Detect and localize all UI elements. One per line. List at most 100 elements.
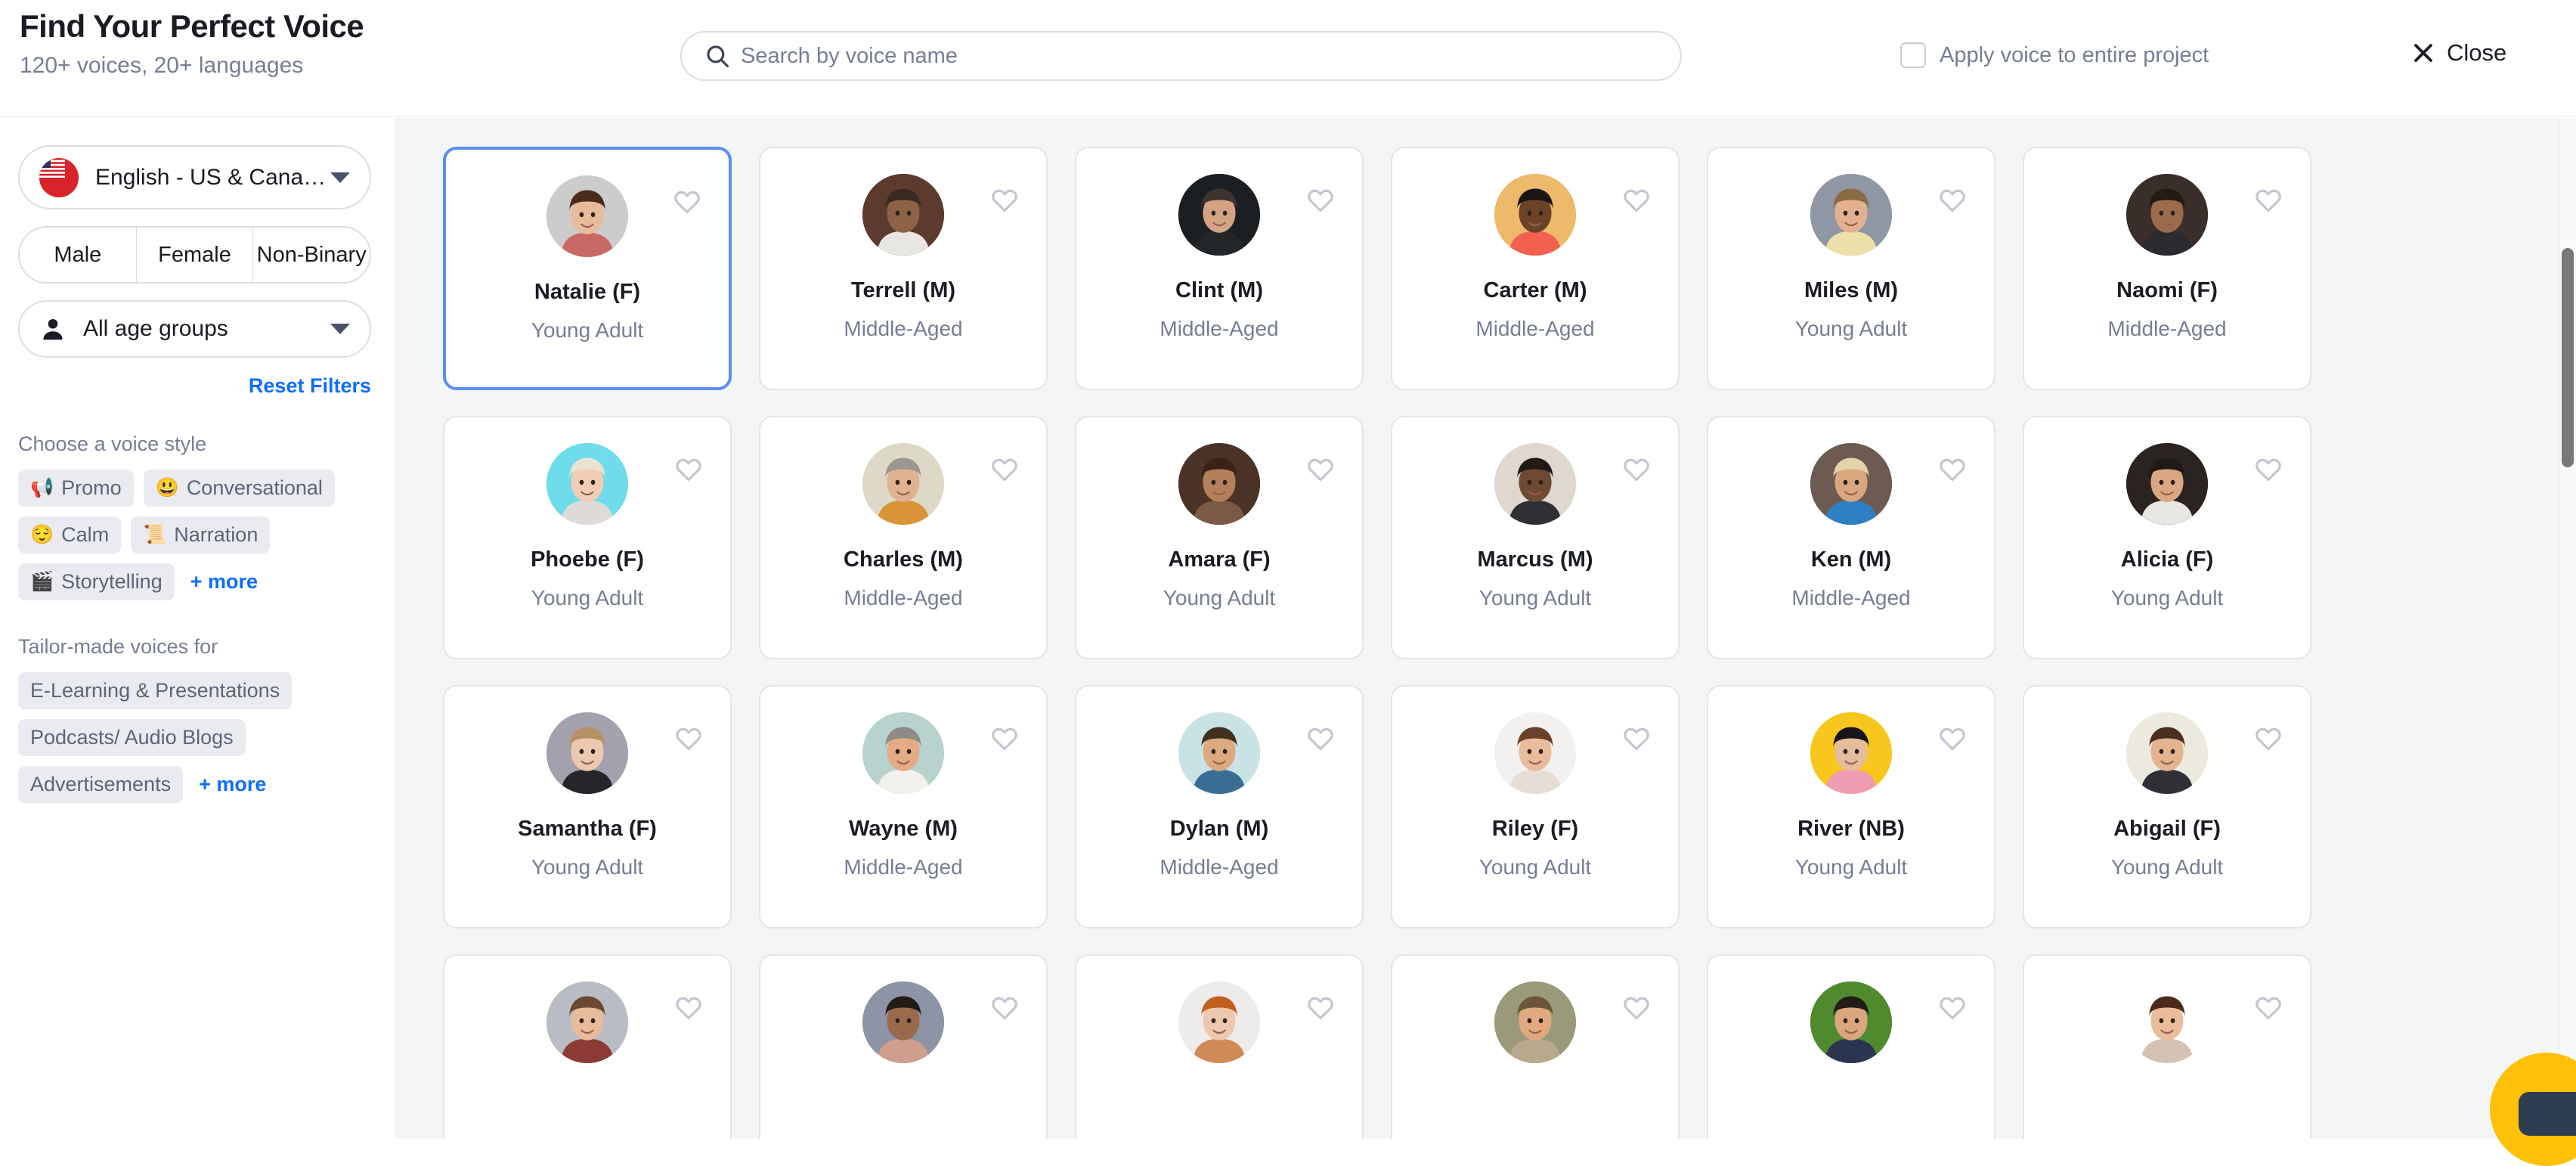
person-icon [39, 315, 67, 343]
age-group-select[interactable]: All age groups [18, 300, 371, 358]
favorite-heart-icon[interactable] [1622, 186, 1651, 215]
usecase-section-label: Tailor-made voices for [18, 635, 376, 659]
voice-name: Wayne (M) [760, 817, 1046, 842]
chip-advertisements[interactable]: Advertisements [18, 766, 183, 803]
chip-conversational[interactable]: 😃 Conversational [144, 470, 335, 507]
voice-name: Riley (F) [1392, 817, 1678, 842]
favorite-heart-icon[interactable] [1938, 186, 1967, 215]
close-button-label: Close [2447, 39, 2506, 67]
apply-voice-checkbox[interactable] [1900, 42, 1926, 68]
voice-card[interactable]: Miles (M) Young Adult [1707, 147, 1995, 390]
vertical-scrollbar[interactable] [2559, 118, 2576, 1139]
voice-card[interactable]: Ken (M)Middle-Aged [1707, 416, 1995, 659]
voice-card[interactable] [1391, 954, 1680, 1139]
chip-elearning-presentations[interactable]: E-Learning & Presentations [18, 672, 292, 709]
scrollbar-thumb[interactable] [2562, 248, 2574, 467]
favorite-heart-icon[interactable] [2254, 724, 2283, 753]
chip-narration[interactable]: 📜 Narration [131, 516, 270, 554]
search-input[interactable] [741, 44, 1610, 69]
voice-age-group: Middle-Aged [760, 586, 1046, 610]
voice-name: Natalie (F) [446, 280, 729, 305]
gender-option-male[interactable]: Male [20, 228, 137, 282]
reset-filters-link[interactable]: Reset Filters [18, 374, 371, 398]
voice-card[interactable] [443, 954, 732, 1139]
avatar [1810, 981, 1892, 1063]
voice-style-more-link[interactable]: + more [184, 570, 264, 594]
usecase-more-link[interactable]: + more [193, 773, 272, 796]
voice-card[interactable]: Terrell (M)Middle-Aged [759, 147, 1048, 390]
voice-card[interactable]: Naomi (F)Middle-Aged [2023, 147, 2311, 390]
voice-card[interactable]: Dylan (M)Middle-Aged [1075, 685, 1364, 929]
voice-card[interactable]: Riley (F)Young Adult [1391, 685, 1680, 929]
voice-card[interactable]: Marcus (M)Young Adult [1391, 416, 1680, 659]
chip-label: Promo [61, 476, 122, 500]
avatar [1178, 981, 1260, 1063]
chip-podcasts-audio-blogs[interactable]: Podcasts/ Audio Blogs [18, 719, 246, 756]
favorite-heart-icon[interactable] [1622, 994, 1651, 1022]
voice-age-group: Young Adult [1708, 317, 1994, 341]
close-button[interactable]: Close [2412, 39, 2506, 67]
modal-header: Find Your Perfect Voice 120+ voices, 20+… [0, 0, 2576, 117]
voice-card[interactable]: Alicia (F)Young Adult [2023, 416, 2311, 659]
favorite-heart-icon[interactable] [1938, 994, 1967, 1022]
voice-card[interactable]: River (NB)Young Adult [1707, 685, 1995, 929]
avatar [1178, 712, 1260, 794]
voice-card[interactable]: Abigail (F)Young Adult [2023, 685, 2311, 929]
voice-card[interactable]: Charles (M)Middle-Aged [759, 416, 1048, 659]
favorite-heart-icon[interactable] [1306, 994, 1335, 1022]
favorite-heart-icon[interactable] [1306, 186, 1335, 215]
search-bar[interactable] [680, 31, 1682, 81]
favorite-heart-icon[interactable] [674, 724, 703, 753]
favorite-heart-icon[interactable] [1938, 455, 1967, 484]
favorite-heart-icon[interactable] [1938, 724, 1967, 753]
voice-card[interactable]: Amara (F)Young Adult [1075, 416, 1364, 659]
voice-card[interactable] [759, 954, 1048, 1139]
smile-icon: 😃 [156, 477, 179, 499]
avatar [862, 981, 944, 1063]
voice-card[interactable]: Wayne (M)Middle-Aged [759, 685, 1048, 929]
avatar [1810, 174, 1892, 256]
favorite-heart-icon[interactable] [1306, 724, 1335, 753]
avatar [546, 175, 628, 257]
language-select[interactable]: English - US & Cana… [18, 145, 371, 209]
voice-name: Amara (F) [1076, 547, 1362, 572]
chip-storytelling[interactable]: 🎬 Storytelling [18, 563, 175, 600]
chip-label: Narration [174, 523, 258, 547]
voice-card[interactable]: Samantha (F) Young Adult [443, 685, 732, 929]
voice-age-group: Middle-Aged [1708, 586, 1994, 610]
clapper-board-icon: 🎬 [30, 571, 54, 593]
favorite-heart-icon[interactable] [990, 994, 1019, 1022]
voice-name: Miles (M) [1708, 278, 1994, 303]
favorite-heart-icon[interactable] [2254, 994, 2283, 1022]
apply-voice-to-project-row[interactable]: Apply voice to entire project [1900, 42, 2209, 68]
favorite-heart-icon[interactable] [990, 724, 1019, 753]
favorite-heart-icon[interactable] [2254, 455, 2283, 484]
gender-option-non-binary[interactable]: Non-Binary [253, 228, 370, 282]
favorite-heart-icon[interactable] [990, 186, 1019, 215]
promo-icon: 📢 [30, 477, 54, 499]
chip-calm[interactable]: 😌 Calm [18, 516, 121, 554]
voice-name: Samantha (F) [444, 817, 730, 842]
favorite-heart-icon[interactable] [673, 188, 701, 216]
voice-card[interactable]: Phoebe (F)Young Adult [443, 416, 732, 659]
voice-card[interactable]: Carter (M)Middle-Aged [1391, 147, 1680, 390]
gender-option-female[interactable]: Female [137, 228, 254, 282]
chevron-down-icon [330, 172, 350, 183]
favorite-heart-icon[interactable] [990, 455, 1019, 484]
chip-promo[interactable]: 📢 Promo [18, 470, 134, 507]
voice-card[interactable] [1075, 954, 1364, 1139]
favorite-heart-icon[interactable] [1306, 455, 1335, 484]
voice-card[interactable]: Natalie (F)Young Adult [443, 147, 732, 390]
voice-card[interactable]: Clint (M)Middle-Aged [1075, 147, 1364, 390]
voice-name: Naomi (F) [2024, 278, 2310, 303]
favorite-heart-icon[interactable] [674, 994, 703, 1022]
voice-age-group: Middle-Aged [760, 317, 1046, 341]
voice-card[interactable] [2023, 954, 2311, 1139]
favorite-heart-icon[interactable] [674, 455, 703, 484]
favorite-heart-icon[interactable] [2254, 186, 2283, 215]
favorite-heart-icon[interactable] [1622, 724, 1651, 753]
voice-card[interactable] [1707, 954, 1995, 1139]
favorite-heart-icon[interactable] [1622, 455, 1651, 484]
avatar [1494, 174, 1576, 256]
voice-age-group: Young Adult [444, 855, 730, 879]
